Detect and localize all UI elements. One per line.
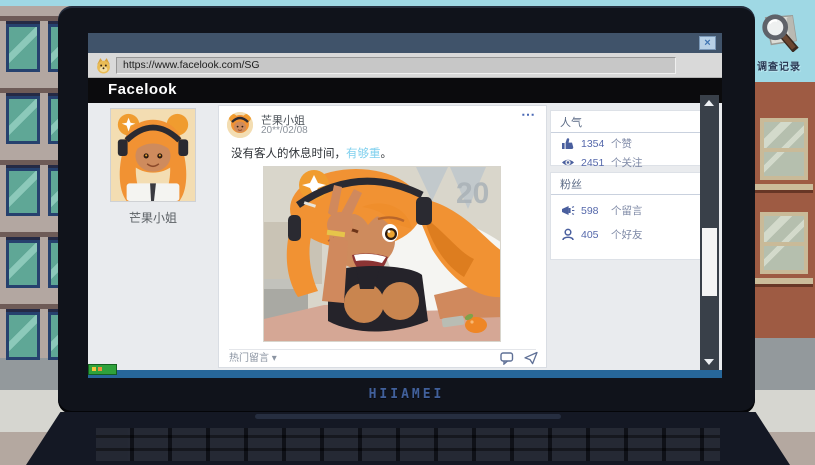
popularity-title: 人气 xyxy=(551,111,701,133)
popularity-card: 人气 1354 个赞 2451 个关注 xyxy=(550,110,702,169)
investigate-record-label: 调查记录 xyxy=(757,62,801,73)
game-scene: HIIAMEI × https://www.facelook.com/SG Fa… xyxy=(0,0,815,465)
scroll-down-icon[interactable] xyxy=(704,359,714,365)
comment-sort-label: 热门留言 xyxy=(229,353,269,364)
friends-count: 405 xyxy=(581,228,599,241)
post-menu-icon[interactable]: ⋯ xyxy=(521,106,536,123)
megaphone-icon xyxy=(562,206,575,215)
investigate-record-button[interactable]: 调查记录 xyxy=(744,12,814,73)
person-icon xyxy=(562,228,574,241)
follows-stat: 2451 个关注 xyxy=(551,153,701,172)
profile-picture[interactable] xyxy=(110,108,196,202)
browser-urlbar: https://www.facelook.com/SG xyxy=(88,53,722,78)
post-image[interactable]: 20 xyxy=(263,166,501,342)
fans-card: 粉丝 598 个留言 405 个好友 xyxy=(550,172,702,260)
friends-label: 个好友 xyxy=(611,229,643,241)
scrollbar-thumb[interactable] xyxy=(702,228,717,296)
comments-stat: 598 个留言 xyxy=(551,196,701,220)
post-avatar[interactable] xyxy=(227,112,253,138)
likes-count: 1354 xyxy=(581,137,605,150)
likes-label: 个赞 xyxy=(611,138,632,150)
laptop-base xyxy=(26,412,790,465)
friends-stat: 405 个好友 xyxy=(551,220,701,244)
follows-label: 个关注 xyxy=(611,157,643,169)
close-button[interactable]: × xyxy=(699,36,716,50)
magnifier-notepad-icon xyxy=(762,14,799,53)
post-text: 没有客人的休息时间，有够重。 xyxy=(231,145,392,161)
svg-text:20: 20 xyxy=(456,177,489,210)
likes-stat: 1354 个赞 xyxy=(551,134,701,153)
status-indicator xyxy=(88,364,117,375)
comment-icon[interactable] xyxy=(500,351,514,365)
eye-icon xyxy=(562,159,574,166)
laptop-brand: HIIAMEI xyxy=(368,387,445,402)
post-text-link[interactable]: 有够重 xyxy=(346,148,381,160)
chevron-down-icon: ▾ xyxy=(271,353,277,364)
building-window xyxy=(760,212,808,274)
follows-count: 2451 xyxy=(581,156,605,169)
scrollbar[interactable] xyxy=(700,95,719,370)
laptop-keyboard xyxy=(96,428,720,461)
profile-column: 芒果小姐 xyxy=(88,103,218,370)
post-card: 芒果小姐 20**/02/08 ⋯ 没有客人的休息时间，有够重。 20 热门留言… xyxy=(218,105,547,368)
window-sill xyxy=(755,278,813,284)
comments-label: 个留言 xyxy=(611,205,643,217)
comment-sort-dropdown[interactable]: 热门留言 ▾ xyxy=(229,349,277,364)
share-icon[interactable] xyxy=(524,351,538,365)
fans-title: 粉丝 xyxy=(551,173,701,195)
browser-titlebar xyxy=(88,33,722,53)
post-text-suffix: 。 xyxy=(380,148,393,160)
building-window xyxy=(760,118,808,180)
site-header: Facelook xyxy=(88,78,722,103)
scroll-up-icon[interactable] xyxy=(704,100,714,106)
taskbar xyxy=(88,370,722,378)
site-logo: Facelook xyxy=(108,81,178,98)
browser-window: × https://www.facelook.com/SG Facelook 芒… xyxy=(88,33,722,378)
window-sill xyxy=(755,184,813,190)
post-text-plain: 没有客人的休息时间， xyxy=(231,148,346,160)
url-field[interactable]: https://www.facelook.com/SG xyxy=(116,57,676,74)
post-date: 20**/02/08 xyxy=(261,125,308,136)
thumbs-up-icon xyxy=(562,138,574,149)
facelook-page: 芒果小姐 芒果小姐 20**/02/08 ⋯ 没有客人的休息时间，有够重。 20… xyxy=(88,103,722,370)
profile-name: 芒果小姐 xyxy=(128,211,177,225)
doge-favicon-icon xyxy=(97,58,110,74)
comments-count: 598 xyxy=(581,204,599,217)
